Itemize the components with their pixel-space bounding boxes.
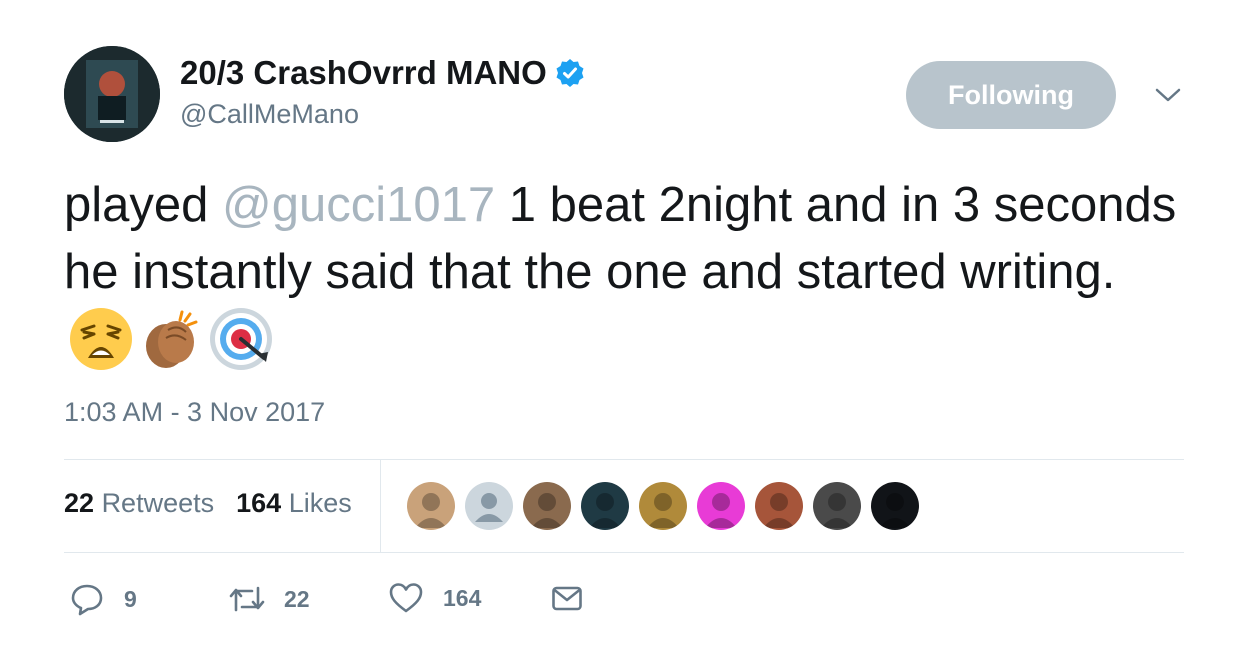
stats-vertical-divider bbox=[380, 460, 381, 552]
likes-label: Likes bbox=[288, 488, 352, 518]
liker-avatar[interactable] bbox=[871, 482, 919, 530]
likes-stat[interactable]: 164 Likes bbox=[236, 488, 352, 518]
divider-bottom bbox=[64, 552, 1184, 553]
liker-avatar[interactable] bbox=[407, 482, 455, 530]
mention-link[interactable]: @gucci1017 bbox=[222, 178, 495, 232]
like-action[interactable]: 164 bbox=[389, 582, 481, 614]
divider-top bbox=[64, 459, 1184, 460]
heart-icon[interactable] bbox=[389, 582, 423, 614]
liker-avatar[interactable] bbox=[581, 482, 629, 530]
likers-avatars bbox=[407, 482, 929, 530]
reply-icon[interactable] bbox=[70, 582, 104, 616]
display-name[interactable]: 20/3 CrashOvrrd MANO bbox=[180, 54, 585, 92]
likes-count: 164 bbox=[236, 488, 282, 518]
weary-face-icon bbox=[68, 306, 134, 372]
direct-hit-icon bbox=[208, 306, 274, 372]
retweets-stat[interactable]: 22 Retweets bbox=[64, 488, 214, 518]
tweet-text-before: played bbox=[64, 178, 223, 232]
clapping-hands-icon bbox=[138, 306, 204, 372]
chevron-down-icon[interactable] bbox=[1154, 86, 1182, 104]
liker-avatar[interactable] bbox=[639, 482, 687, 530]
tweet-timestamp[interactable]: 1:03 AM - 3 Nov 2017 bbox=[64, 397, 325, 428]
envelope-icon[interactable] bbox=[551, 582, 583, 614]
like-count: 164 bbox=[443, 584, 482, 611]
liker-avatar[interactable] bbox=[697, 482, 745, 530]
display-name-text[interactable]: 20/3 CrashOvrrd MANO bbox=[180, 54, 547, 92]
liker-avatar[interactable] bbox=[755, 482, 803, 530]
verified-badge-icon bbox=[555, 58, 585, 88]
retweet-action[interactable]: 22 bbox=[228, 582, 310, 616]
reply-count: 9 bbox=[124, 585, 137, 612]
author-handle[interactable]: @CallMeMano bbox=[180, 99, 359, 130]
retweets-label: Retweets bbox=[101, 488, 215, 518]
retweet-count: 22 bbox=[284, 585, 310, 612]
retweets-count: 22 bbox=[64, 488, 95, 518]
liker-avatar[interactable] bbox=[813, 482, 861, 530]
retweet-icon[interactable] bbox=[228, 582, 266, 616]
following-button[interactable]: Following bbox=[906, 61, 1116, 129]
tweet-text: played @gucci1017 1 beat 2night and in 3… bbox=[64, 172, 1194, 378]
liker-avatar[interactable] bbox=[465, 482, 513, 530]
reply-action[interactable]: 9 bbox=[70, 582, 137, 616]
tweet-stats: 22 Retweets 164 Likes bbox=[64, 488, 352, 519]
liker-avatar[interactable] bbox=[523, 482, 571, 530]
author-avatar[interactable] bbox=[64, 46, 160, 142]
direct-message-action[interactable] bbox=[551, 582, 583, 614]
